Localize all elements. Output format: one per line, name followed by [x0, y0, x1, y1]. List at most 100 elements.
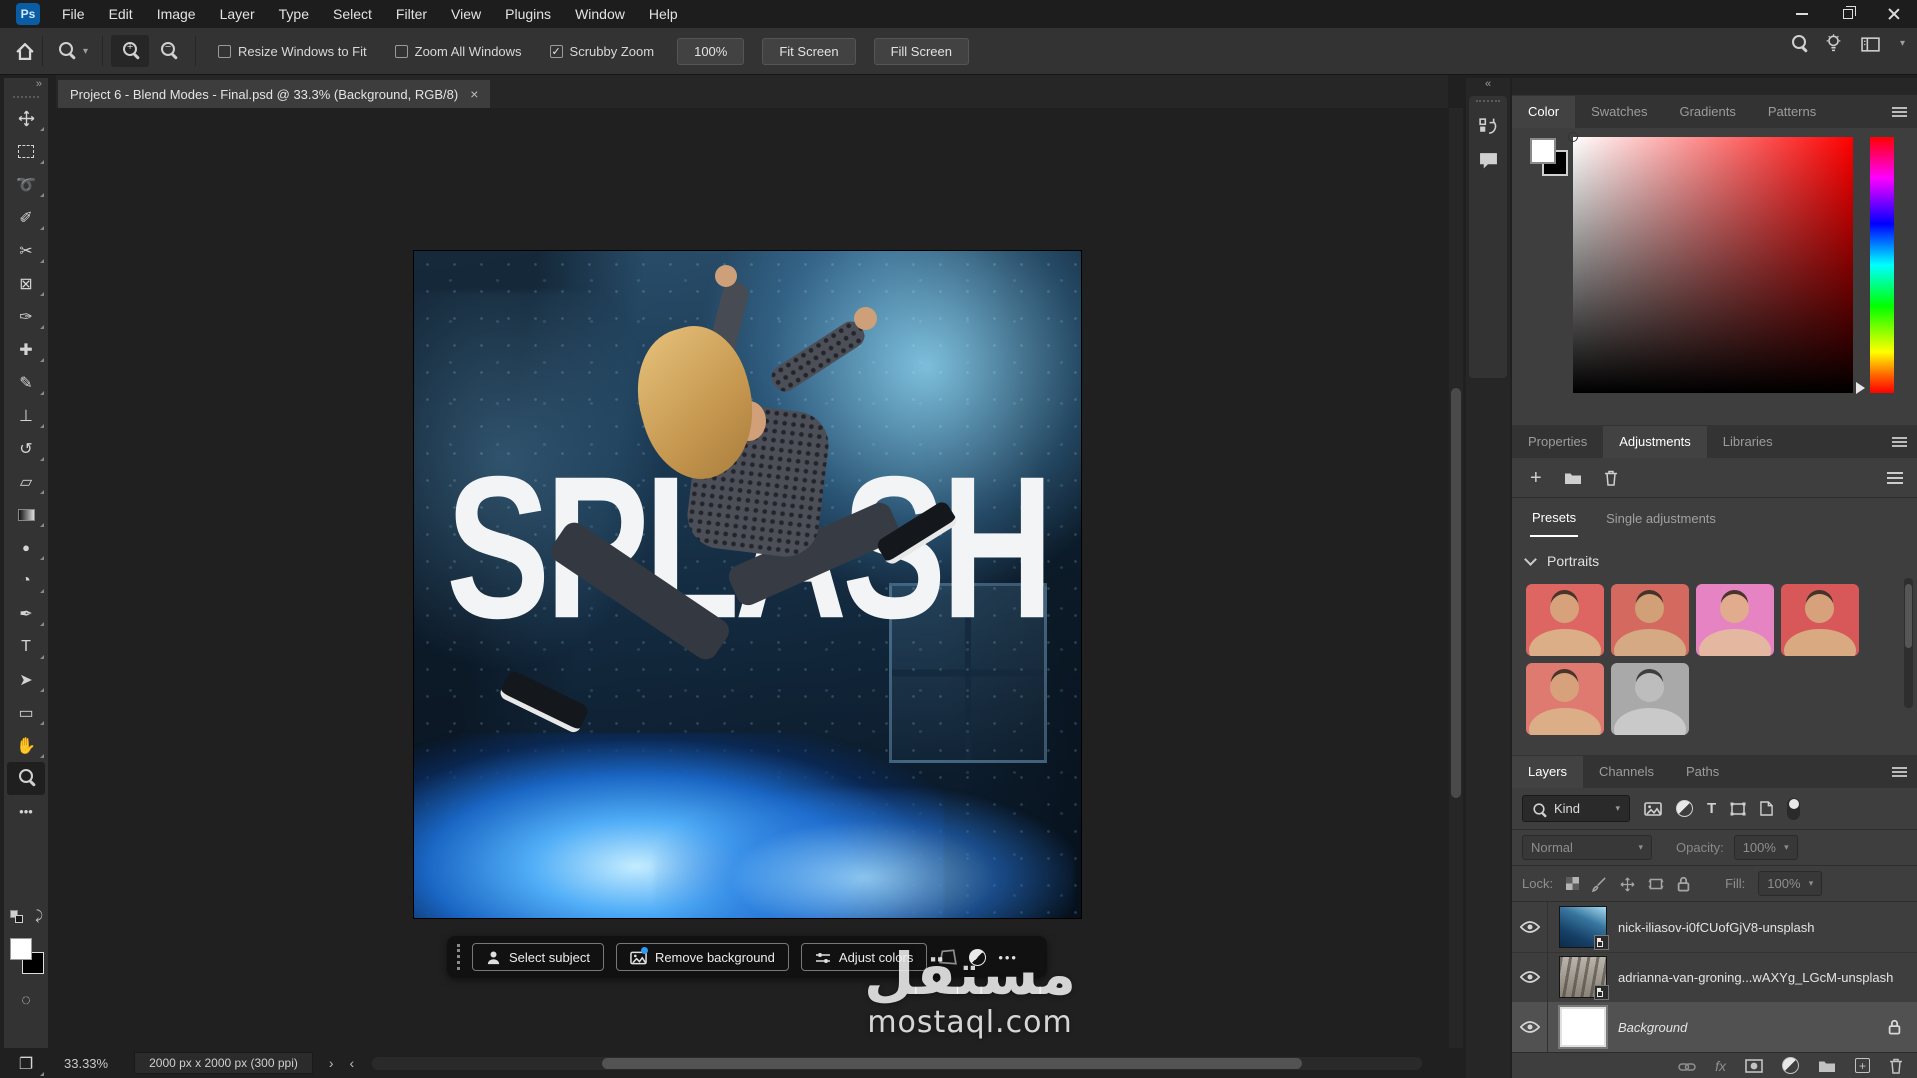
marquee-tool[interactable]: [4, 135, 48, 168]
shape-tool[interactable]: ▭: [4, 696, 48, 729]
new-layer-icon[interactable]: +: [1855, 1058, 1870, 1073]
menu-window[interactable]: Window: [563, 0, 637, 28]
zoom-100-button[interactable]: 100%: [677, 37, 745, 65]
foreground-background-colors[interactable]: [10, 938, 44, 974]
filter-smart-objects-icon[interactable]: [1760, 801, 1773, 816]
minimize-button[interactable]: [1779, 0, 1825, 28]
history-panel-icon[interactable]: [1469, 118, 1507, 136]
zoom-tool-icon[interactable]: [59, 42, 73, 56]
hand-tool[interactable]: ✋: [4, 729, 48, 762]
tab-adjustments[interactable]: Adjustments: [1603, 426, 1707, 458]
move-tool[interactable]: [4, 102, 48, 135]
discover-bulb-icon[interactable]: [1826, 34, 1841, 53]
more-options-icon[interactable]: •••: [998, 950, 1018, 965]
healing-brush-tool[interactable]: ✚: [4, 333, 48, 366]
toolbar-grip[interactable]: [13, 96, 39, 98]
document-tab[interactable]: Project 6 - Blend Modes - Final.psd @ 33…: [58, 80, 491, 108]
menu-filter[interactable]: Filter: [384, 0, 439, 28]
group-folder-icon[interactable]: [1564, 470, 1582, 486]
foreground-color-chip[interactable]: [1530, 138, 1556, 164]
search-icon[interactable]: [1791, 34, 1806, 49]
zoom-all-windows-checkbox[interactable]: Zoom All Windows: [394, 44, 522, 59]
adjust-colors-button[interactable]: Adjust colors: [800, 943, 928, 971]
select-subject-button[interactable]: Select subject: [472, 942, 604, 972]
swap-colors-control[interactable]: ⤸: [6, 908, 46, 930]
portrait-preset-thumbnail[interactable]: [1526, 663, 1604, 735]
brush-tool[interactable]: ✎: [4, 366, 48, 399]
status-prev-icon[interactable]: ‹: [350, 1055, 355, 1071]
zoom-level[interactable]: 33.33%: [64, 1056, 108, 1071]
dock-grip[interactable]: [1476, 100, 1500, 102]
portrait-preset-thumbnail[interactable]: [1611, 584, 1689, 656]
tab-swatches[interactable]: Swatches: [1575, 96, 1663, 128]
portraits-section-header[interactable]: Portraits: [1512, 544, 1917, 578]
layer-thumbnail[interactable]: [1560, 907, 1609, 950]
subtab-presets[interactable]: Presets: [1530, 500, 1579, 537]
portrait-preset-thumbnail[interactable]: [1696, 584, 1774, 656]
filter-adjustment-layers-icon[interactable]: [1676, 800, 1693, 817]
canvas-horizontal-scrollbar[interactable]: [372, 1056, 1423, 1070]
frame-tool[interactable]: ⊠: [4, 267, 48, 300]
delete-layer-icon[interactable]: [1889, 1057, 1903, 1074]
transform-icon[interactable]: [939, 949, 957, 966]
lock-position-icon[interactable]: [1620, 875, 1635, 891]
zoom-in-button[interactable]: +: [111, 35, 150, 67]
portrait-preset-thumbnail[interactable]: [1781, 584, 1859, 656]
fit-screen-button[interactable]: Fit Screen: [762, 37, 856, 65]
filter-toggle[interactable]: [1787, 797, 1801, 820]
home-icon[interactable]: [16, 42, 34, 59]
scrollbar-thumb[interactable]: [1451, 388, 1461, 798]
tab-layers[interactable]: Layers: [1512, 756, 1584, 788]
link-layers-icon[interactable]: [1678, 1058, 1696, 1073]
subtab-single-adjustments[interactable]: Single adjustments: [1604, 501, 1718, 536]
layer-row-selected[interactable]: Background: [1512, 1001, 1917, 1053]
type-tool[interactable]: T: [4, 630, 48, 663]
layer-visibility-toggle[interactable]: [1512, 1001, 1548, 1053]
kind-filter-dropdown[interactable]: Kind ▾: [1522, 795, 1630, 822]
layer-row[interactable]: nick-iliasov-i0fCUofGjV8-unsplash: [1512, 901, 1917, 953]
filter-shape-layers-icon[interactable]: [1730, 802, 1746, 816]
hue-slider[interactable]: [1870, 137, 1894, 393]
foreground-color-chip[interactable]: [10, 938, 32, 960]
quick-mask-button[interactable]: ◌: [4, 984, 48, 1017]
resize-windows-checkbox[interactable]: Resize Windows to Fit: [218, 44, 367, 59]
fill-field[interactable]: 100% ▾: [1758, 871, 1823, 896]
saturation-brightness-field[interactable]: [1573, 137, 1853, 393]
menu-edit[interactable]: Edit: [97, 0, 145, 28]
tab-patterns[interactable]: Patterns: [1752, 96, 1832, 128]
history-brush-tool[interactable]: ↺: [4, 432, 48, 465]
zoom-out-button[interactable]: −: [149, 35, 187, 67]
lock-all-icon[interactable]: [1677, 875, 1690, 892]
lock-pixels-icon[interactable]: [1592, 875, 1607, 891]
zoom-tool[interactable]: [7, 762, 45, 795]
layer-name[interactable]: nick-iliasov-i0fCUofGjV8-unsplash: [1618, 920, 1815, 935]
swap-colors-icon[interactable]: ⤸: [35, 908, 43, 924]
opacity-field[interactable]: 100% ▾: [1733, 835, 1798, 860]
path-selection-tool[interactable]: ➤: [4, 663, 48, 696]
remove-background-button[interactable]: Remove background: [615, 943, 789, 971]
photoshop-logo-icon[interactable]: Ps: [16, 3, 40, 25]
tab-channels[interactable]: Channels: [1583, 756, 1670, 788]
layer-thumbnail[interactable]: [1560, 957, 1609, 1000]
dodge-tool[interactable]: ◔: [4, 564, 48, 597]
list-view-icon[interactable]: [1887, 472, 1903, 484]
lasso-tool[interactable]: ➰: [4, 168, 48, 201]
scrollbar-thumb[interactable]: [602, 1057, 1303, 1069]
layer-thumbnail[interactable]: [1560, 1007, 1606, 1047]
panel-menu-icon[interactable]: [1892, 107, 1907, 117]
menu-image[interactable]: Image: [145, 0, 208, 28]
quick-selection-tool[interactable]: ✐: [4, 201, 48, 234]
default-colors-icon[interactable]: [10, 910, 23, 923]
presets-scrollbar[interactable]: [1904, 578, 1913, 708]
menu-file[interactable]: File: [50, 0, 97, 28]
edit-toolbar-button[interactable]: •••: [4, 795, 48, 828]
clone-stamp-tool[interactable]: ⊥: [4, 399, 48, 432]
adjustment-icon[interactable]: [969, 948, 987, 966]
toolbar-collapse-icon[interactable]: »: [4, 78, 48, 94]
dock-collapse-icon[interactable]: «: [1466, 78, 1510, 94]
canvas-artwork[interactable]: SPLASH: [414, 251, 1081, 918]
new-group-icon[interactable]: [1818, 1058, 1836, 1074]
workspace-icon[interactable]: [1861, 35, 1880, 51]
add-adjustment-icon[interactable]: +: [1530, 468, 1542, 488]
taskbar-drag-handle[interactable]: [457, 944, 460, 970]
